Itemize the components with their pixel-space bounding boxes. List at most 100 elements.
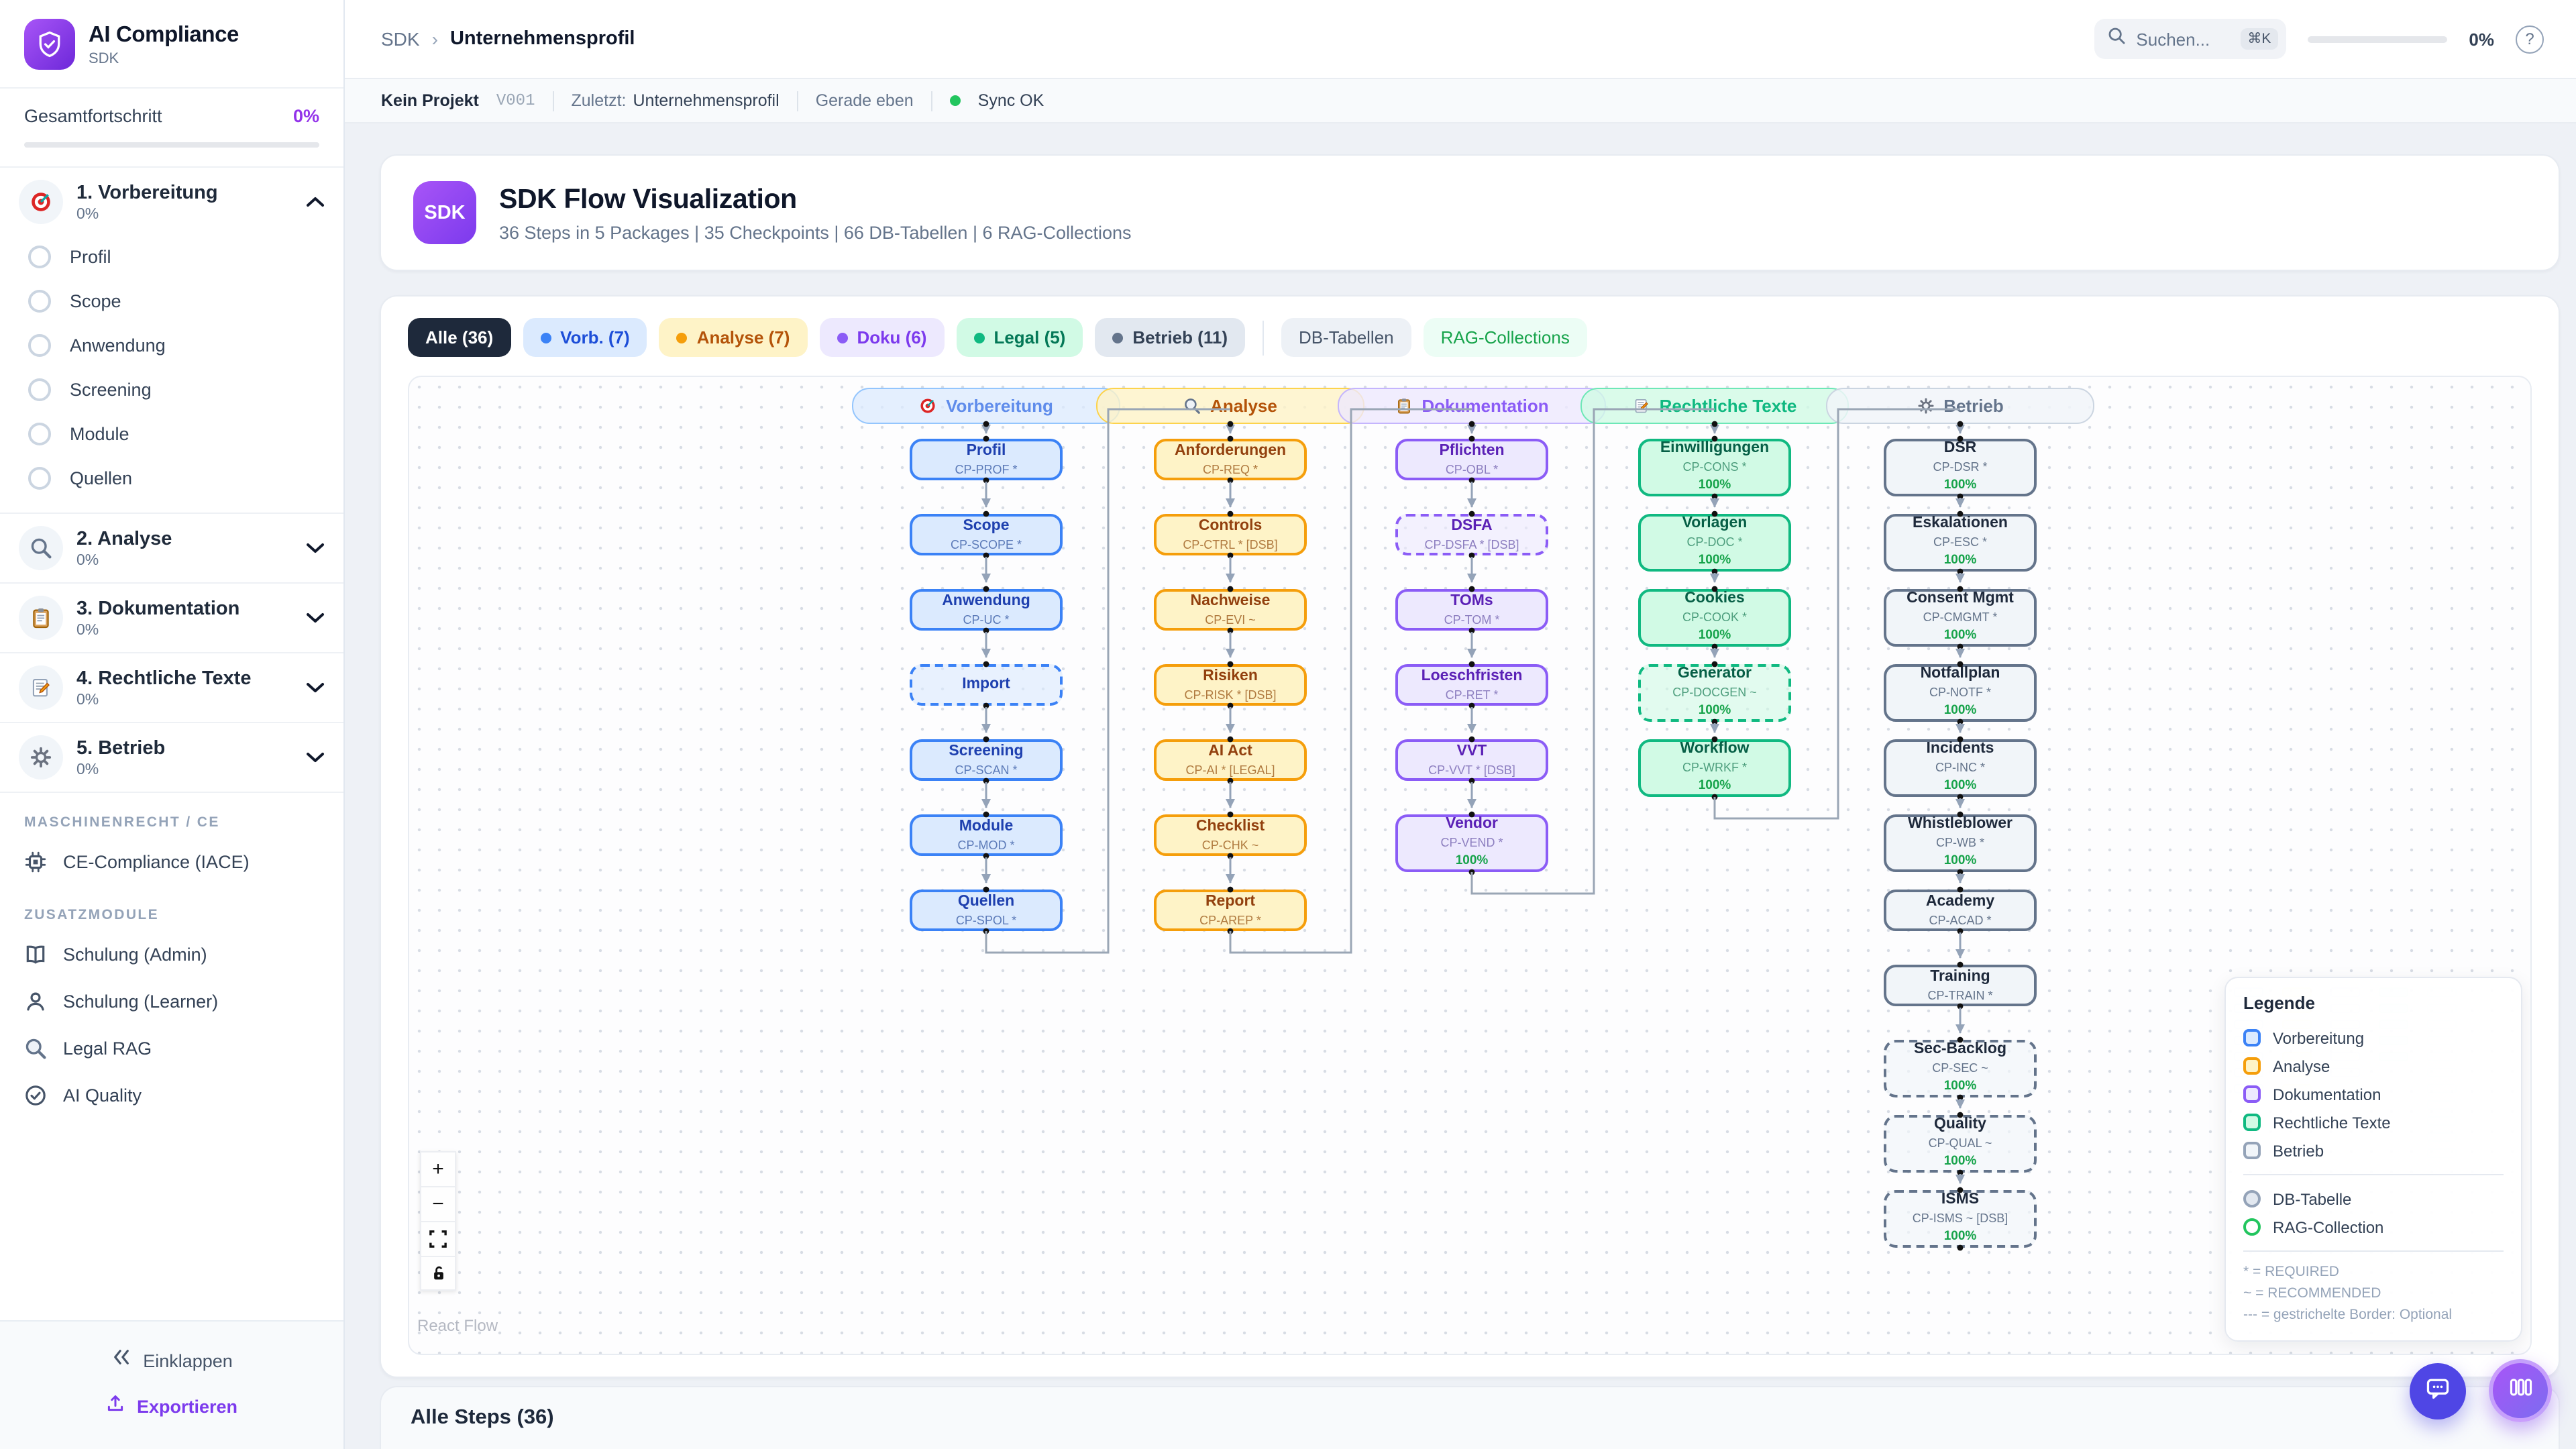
- sidebar-step-quellen[interactable]: Quellen: [19, 456, 325, 500]
- flow-node-risiken[interactable]: RisikenCP-RISK * [DSB]: [1154, 664, 1307, 706]
- sidebar-step-anwendung[interactable]: Anwendung: [19, 323, 325, 368]
- flow-node-report[interactable]: ReportCP-AREP *: [1154, 890, 1307, 931]
- flow-node-training[interactable]: TrainingCP-TRAIN *: [1884, 965, 2037, 1006]
- flow-node-controls[interactable]: ControlsCP-CTRL * [DSB]: [1154, 514, 1307, 555]
- flow-node-anforderungen[interactable]: AnforderungenCP-REQ *: [1154, 439, 1307, 480]
- sidebar-item-label: CE-Compliance (IACE): [63, 852, 250, 872]
- step-radio[interactable]: [28, 290, 51, 313]
- step-radio[interactable]: [28, 423, 51, 445]
- step-radio[interactable]: [28, 378, 51, 401]
- flow-node-dsfa[interactable]: DSFACP-DSFA * [DSB]: [1395, 514, 1548, 555]
- breadcrumb-root[interactable]: SDK: [381, 28, 420, 50]
- flow-node-module[interactable]: ModuleCP-MOD *: [910, 814, 1063, 856]
- fit-view-button[interactable]: [420, 1221, 456, 1256]
- sidebar-step-screening[interactable]: Screening: [19, 368, 325, 412]
- clipboard-icon: [30, 606, 52, 629]
- lock-toggle-button[interactable]: [420, 1256, 456, 1291]
- export-button[interactable]: Exportieren: [0, 1383, 343, 1430]
- search-icon: [1183, 397, 1201, 415]
- filter-chip-alle-36-[interactable]: Alle (36): [408, 318, 511, 357]
- flow-node-vendor[interactable]: VendorCP-VEND *100%: [1395, 814, 1548, 872]
- legend-title: Legende: [2243, 993, 2504, 1013]
- flow-node-scope[interactable]: ScopeCP-SCOPE *: [910, 514, 1063, 555]
- search-box[interactable]: ⌘K: [2094, 19, 2286, 59]
- flow-node-quality[interactable]: QualityCP-QUAL ~100%: [1884, 1115, 2037, 1173]
- node-progress-value: 100%: [1944, 553, 1977, 568]
- node-progress-value: 100%: [1456, 853, 1489, 868]
- step-radio[interactable]: [28, 467, 51, 490]
- zoom-in-button[interactable]: +: [420, 1151, 456, 1186]
- step-radio[interactable]: [28, 246, 51, 268]
- legend-swatch: [2243, 1114, 2261, 1131]
- search-input[interactable]: [2136, 29, 2230, 49]
- chip-dot: [973, 332, 984, 343]
- filter-chip-betrieb-11-[interactable]: Betrieb (11): [1095, 318, 1245, 357]
- flow-node-screening[interactable]: ScreeningCP-SCAN *: [910, 739, 1063, 781]
- react-flow-attribution: React Flow: [417, 1316, 498, 1335]
- phase-header-3[interactable]: 3. Dokumentation0%: [19, 596, 325, 640]
- phase-header-4[interactable]: 4. Rechtliche Texte0%: [19, 665, 325, 710]
- filter-chip-legal-5-[interactable]: Legal (5): [956, 318, 1083, 357]
- filter-chip-db-tabellen[interactable]: DB-Tabellen: [1281, 318, 1411, 357]
- node-title: Eskalationen: [1913, 515, 2008, 533]
- phase-step-list: ProfilScopeAnwendungScreeningModuleQuell…: [19, 235, 325, 500]
- filter-chip-vorb-7-[interactable]: Vorb. (7): [523, 318, 647, 357]
- flow-node-workflow[interactable]: WorkflowCP-WRKF *100%: [1638, 739, 1791, 797]
- filter-chip-analyse-7-[interactable]: Analyse (7): [659, 318, 808, 357]
- flow-node-consent-mgmt[interactable]: Consent MgmtCP-CMGMT *100%: [1884, 589, 2037, 647]
- phase-header-2[interactable]: 2. Analyse0%: [19, 526, 325, 570]
- flow-node-anwendung[interactable]: AnwendungCP-UC *: [910, 589, 1063, 631]
- node-title: Checklist: [1196, 818, 1265, 836]
- flow-node-notfallplan[interactable]: NotfallplanCP-NOTF *100%: [1884, 664, 2037, 722]
- filter-chip-rag-collections[interactable]: RAG-Collections: [1424, 318, 1587, 357]
- phase-header-5[interactable]: 5. Betrieb0%: [19, 735, 325, 780]
- column-header-label: Dokumentation: [1421, 396, 1548, 416]
- panels-button[interactable]: [2489, 1359, 2552, 1422]
- sidebar-step-profil[interactable]: Profil: [19, 235, 325, 279]
- flow-node-checklist[interactable]: Checklist CP-CHK ~: [1154, 814, 1307, 856]
- flow-hero-card: SDK SDK Flow Visualization 36 Steps in 5…: [380, 154, 2560, 271]
- collapse-sidebar-button[interactable]: Einklappen: [0, 1338, 343, 1383]
- flow-node-dsr[interactable]: DSRCP-DSR *100%: [1884, 439, 2037, 496]
- sidebar-item-schulung-learner-[interactable]: Schulung (Learner): [0, 978, 343, 1025]
- sidebar-step-module[interactable]: Module: [19, 412, 325, 456]
- flow-node-eskalationen[interactable]: EskalationenCP-ESC *100%: [1884, 514, 2037, 572]
- flow-node-incidents[interactable]: IncidentsCP-INC *100%: [1884, 739, 2037, 797]
- flow-node-ai-act[interactable]: AI ActCP-AI * [LEGAL]: [1154, 739, 1307, 781]
- node-code: CP-SCAN *: [955, 763, 1017, 777]
- sidebar-item-schulung-admin-[interactable]: Schulung (Admin): [0, 931, 343, 978]
- flow-node-pflichten[interactable]: PflichtenCP-OBL *: [1395, 439, 1548, 480]
- flow-node-toms[interactable]: TOMsCP-TOM *: [1395, 589, 1548, 631]
- flow-node-einwilligungen[interactable]: EinwilligungenCP-CONS *100%: [1638, 439, 1791, 496]
- flow-node-quellen[interactable]: QuellenCP-SPOL *: [910, 890, 1063, 931]
- filter-chip-doku-6-[interactable]: Doku (6): [819, 318, 944, 357]
- flow-node-academy[interactable]: AcademyCP-ACAD *: [1884, 890, 2037, 931]
- flow-node-loeschfristen[interactable]: LoeschfristenCP-RET *: [1395, 664, 1548, 706]
- flow-node-isms[interactable]: ISMSCP-ISMS ~ [DSB]100%: [1884, 1190, 2037, 1248]
- help-icon[interactable]: ?: [2516, 25, 2544, 53]
- flow-node-vvt[interactable]: VVTCP-VVT * [DSB]: [1395, 739, 1548, 781]
- flow-node-profil[interactable]: ProfilCP-PROF *: [910, 439, 1063, 480]
- legend-item-purple: Dokumentation: [2243, 1080, 2504, 1108]
- phase-header-1[interactable]: 1. Vorbereitung0%: [19, 180, 325, 224]
- node-code: CP-CHK ~: [1202, 839, 1259, 852]
- node-title: Vendor: [1446, 816, 1498, 833]
- flow-node-whistleblower[interactable]: WhistleblowerCP-WB *100%: [1884, 814, 2037, 872]
- chip-dot: [837, 332, 847, 343]
- flow-node-nachweise[interactable]: NachweiseCP-EVI ~: [1154, 589, 1307, 631]
- flow-node-cookies[interactable]: CookiesCP-COOK *100%: [1638, 589, 1791, 647]
- step-radio[interactable]: [28, 334, 51, 357]
- memo-icon: [1633, 397, 1650, 415]
- sidebar-item-ai-quality[interactable]: AI Quality: [0, 1072, 343, 1119]
- flow-node-sec-backlog[interactable]: Sec-BacklogCP-SEC ~100%: [1884, 1040, 2037, 1097]
- flow-node-generator[interactable]: GeneratorCP-DOCGEN ~100%: [1638, 664, 1791, 722]
- sidebar-item-legal-rag[interactable]: Legal RAG: [0, 1025, 343, 1072]
- sidebar-step-scope[interactable]: Scope: [19, 279, 325, 323]
- flow-node-vorlagen[interactable]: VorlagenCP-DOC *100%: [1638, 514, 1791, 572]
- chat-button[interactable]: [2410, 1363, 2466, 1419]
- flow-node-import[interactable]: Import: [910, 664, 1063, 706]
- react-flow-canvas[interactable]: VorbereitungProfilCP-PROF *ScopeCP-SCOPE…: [408, 376, 2532, 1355]
- sidebar-item-ce-compliance-iace-[interactable]: CE-Compliance (IACE): [0, 839, 343, 885]
- zoom-out-button[interactable]: −: [420, 1186, 456, 1221]
- sidebar-footer: Einklappen Exportieren: [0, 1320, 343, 1449]
